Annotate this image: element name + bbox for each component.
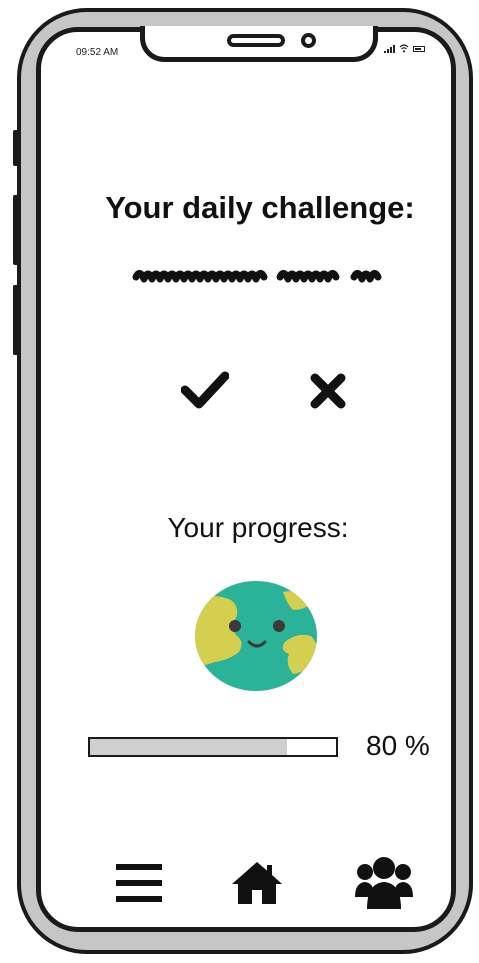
phone-screen [36, 27, 456, 932]
earth-icon [195, 581, 317, 691]
wifi-icon [399, 44, 409, 53]
speaker [227, 34, 285, 47]
status-icons [384, 44, 425, 53]
close-icon [310, 373, 346, 409]
progress-label: Your progress: [167, 512, 349, 543]
accept-button[interactable] [180, 368, 230, 412]
nav-home-button[interactable] [230, 860, 284, 911]
check-icon [181, 371, 229, 409]
progress-bar-fill [90, 739, 287, 755]
reject-button[interactable] [306, 370, 350, 412]
progress-bar [88, 737, 338, 757]
users-icon [355, 857, 413, 909]
signal-icon [384, 44, 395, 53]
nav-menu-button[interactable] [114, 860, 164, 911]
status-time: 09:52 AM [76, 47, 119, 58]
challenge-heading: Your daily challenge: [105, 190, 415, 225]
progress-percent: 80 % [366, 730, 430, 761]
camera [301, 33, 316, 48]
challenge-text-scribble [132, 270, 382, 283]
side-button [13, 195, 19, 265]
nav-community-button[interactable] [355, 855, 413, 914]
battery-icon [413, 45, 425, 52]
side-button [13, 130, 19, 166]
menu-icon [116, 864, 162, 902]
home-icon [232, 862, 282, 904]
side-button [13, 285, 19, 355]
